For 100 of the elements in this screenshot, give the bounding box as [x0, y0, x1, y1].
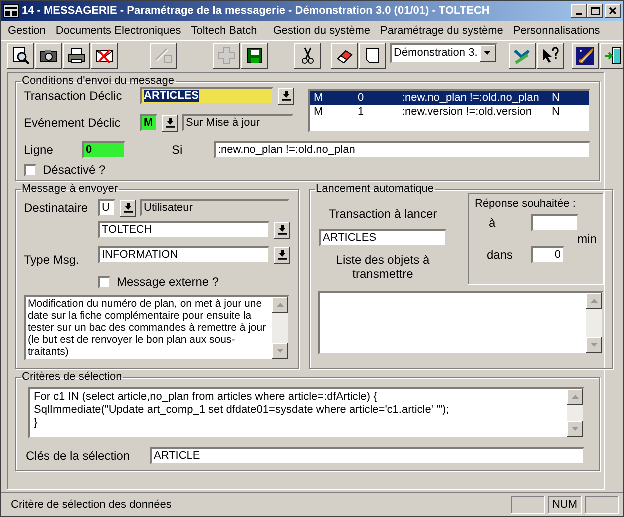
group-title: Message à envoyer — [21, 183, 119, 195]
toolbar-button[interactable] — [91, 42, 118, 68]
message-type-field[interactable]: INFORMATION — [98, 246, 270, 264]
status-text: Critère de sélection des données — [10, 498, 173, 510]
dropdown-button[interactable] — [162, 114, 178, 132]
field-label: Liste des objets à transmettre — [335, 253, 431, 281]
scroll-up-button[interactable] — [586, 293, 602, 309]
event-description-field[interactable]: Sur Mise à jour — [182, 114, 294, 132]
event-code-field[interactable]: M — [140, 114, 158, 132]
download-arrow-icon — [282, 91, 290, 101]
window-title: 14 - MESSAGERIE - Paramétrage de la messagerie - Démonstration 3.0 (01/01) - TOLTECH — [22, 5, 491, 17]
download-arrow-icon — [124, 203, 132, 213]
condition-field[interactable]: :new.no_plan !=:old.no_plan — [214, 141, 591, 159]
recipient-field[interactable]: TOLTECH — [98, 221, 270, 239]
toolbar-button[interactable] — [331, 42, 358, 68]
magnifier-page-icon — [12, 46, 30, 64]
toolbar-button[interactable] — [359, 42, 386, 68]
field-label: Type Msg. — [24, 253, 80, 267]
checkbox[interactable] — [24, 164, 37, 176]
dropdown-button[interactable] — [274, 222, 290, 238]
toolbar-button[interactable] — [508, 42, 536, 68]
scroll-down-button[interactable] — [586, 337, 602, 353]
recipient-code-field[interactable]: U — [98, 199, 116, 217]
scrollbar[interactable] — [272, 297, 288, 359]
field-label: Si — [172, 143, 184, 157]
toolbar-button[interactable] — [294, 42, 321, 68]
dropdown-button[interactable] — [274, 246, 290, 264]
field-label: Transaction Déclic — [24, 89, 124, 103]
checkbox-label: Désactivé ? — [43, 163, 106, 177]
printer-icon — [68, 46, 86, 64]
triangle-down-icon — [590, 343, 598, 347]
envelope-cross-icon — [96, 46, 114, 64]
rule-list[interactable]: M 0 :new.no_plan !=:old.no_plan N M 1 :new.version !=:old.version N — [308, 89, 591, 133]
exit-door-icon — [604, 46, 622, 64]
field-label: Clés de la sélection — [26, 449, 132, 463]
group-title: Lancement automatique — [315, 183, 436, 195]
toolbar-button[interactable] — [35, 42, 62, 68]
field-label: Transaction à lancer — [328, 207, 438, 221]
toolbar-button[interactable] — [241, 42, 268, 68]
checkbox-label: Message externe ? — [117, 275, 220, 289]
transaction-field[interactable]: ARTICLES — [140, 87, 274, 105]
status-indicator: NUM — [548, 496, 582, 514]
toolbar-button[interactable] — [572, 42, 599, 68]
help-pointer-icon — [541, 46, 560, 64]
group-title: Conditions d'envoi du message — [21, 75, 176, 87]
group-title: Critères de sélection — [21, 371, 124, 383]
download-arrow-icon — [166, 118, 174, 128]
maximize-button[interactable] — [587, 4, 603, 18]
line-field[interactable]: 0 — [82, 141, 126, 159]
scroll-down-button[interactable] — [272, 343, 288, 359]
toolbar-button[interactable] — [7, 42, 34, 68]
floppy-icon — [246, 46, 264, 64]
menu-item[interactable]: Personnalisations — [508, 24, 606, 36]
recipient-type-field[interactable]: Utilisateur — [140, 199, 290, 217]
field-label: à — [489, 216, 497, 230]
dropdown[interactable]: Démonstration 3. — [390, 42, 498, 64]
field-label: Evénement Déclic — [24, 116, 122, 130]
transaction-field[interactable]: ARTICLES — [319, 229, 447, 247]
toolbar-button[interactable] — [536, 42, 564, 68]
dropdown-button[interactable] — [120, 200, 136, 216]
field-label: Ligne — [24, 143, 54, 157]
list-row[interactable]: M 0 :new.no_plan !=:old.no_plan N — [310, 91, 589, 105]
dropdown-button[interactable] — [278, 88, 294, 104]
panel-title: Réponse souhaitée : — [475, 198, 577, 210]
menu-item[interactable]: Gestion du système — [268, 24, 376, 36]
selection-keys-field[interactable]: ARTICLE — [150, 447, 585, 465]
triangle-down-icon — [484, 51, 492, 55]
triangle-up-icon — [590, 299, 598, 303]
time-field[interactable] — [531, 214, 579, 232]
toolbar-button[interactable] — [600, 42, 623, 68]
toolbar-button[interactable] — [63, 42, 90, 68]
triangle-up-icon — [276, 303, 284, 307]
maximize-icon — [590, 7, 600, 15]
plus-icon — [218, 46, 236, 64]
unit-label: min — [578, 232, 597, 246]
close-button[interactable] — [605, 4, 621, 18]
delay-field[interactable]: 0 — [531, 246, 565, 264]
rocket-icon — [576, 46, 594, 64]
checkbox[interactable] — [98, 276, 111, 288]
download-arrow-icon — [278, 225, 286, 235]
check-icon — [154, 46, 172, 64]
field-label: Destinataire — [24, 201, 90, 215]
menu-item[interactable]: Toltech Batch — [186, 24, 262, 36]
menu-item[interactable]: Gestion — [3, 24, 51, 36]
close-icon — [609, 7, 617, 15]
menu-item[interactable]: Paramétrage du système — [376, 24, 508, 36]
scroll-up-button[interactable] — [272, 297, 288, 313]
menu-item[interactable]: Documents Electroniques — [50, 24, 186, 36]
page-icon — [364, 46, 382, 64]
scrollbar[interactable] — [586, 293, 602, 353]
triangle-down-icon — [276, 349, 284, 353]
dropdown-button[interactable] — [480, 44, 496, 62]
status-panel — [585, 496, 619, 514]
app-icon — [3, 4, 19, 18]
download-arrow-icon — [278, 250, 286, 260]
status-panel — [511, 496, 545, 514]
minimize-icon — [576, 13, 582, 15]
minimize-button[interactable] — [571, 4, 587, 18]
field-label: dans — [487, 248, 514, 262]
list-row[interactable]: M 1 :new.version !=:old.version N — [310, 105, 589, 119]
